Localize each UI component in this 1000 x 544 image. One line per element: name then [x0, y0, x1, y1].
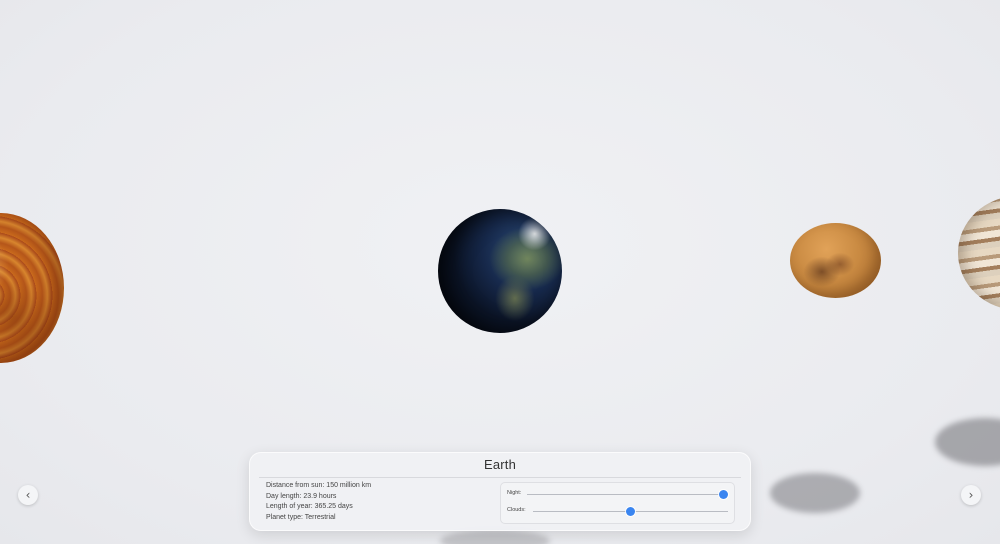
night-slider-thumb[interactable]: [719, 490, 728, 499]
venus-planet[interactable]: [0, 213, 64, 363]
clouds-slider-track[interactable]: [533, 507, 728, 516]
clouds-slider[interactable]: Clouds:: [507, 505, 728, 517]
planet-info-panel: Earth Distance from sun: 150 million km …: [249, 452, 751, 531]
earth-planet[interactable]: [438, 209, 562, 333]
mars-planet[interactable]: [790, 223, 881, 298]
solar-system-viewer: ‹ › Earth Distance from sun: 150 million…: [0, 0, 1000, 544]
fact-day-length: Day length: 23.9 hours: [266, 492, 337, 500]
night-slider[interactable]: Night:: [507, 488, 728, 500]
planet-facts: Distance from sun: 150 million km Day le…: [266, 481, 371, 524]
planet-shadow: [440, 530, 550, 544]
night-slider-track[interactable]: [527, 490, 728, 499]
chevron-right-icon: ›: [968, 488, 974, 502]
planet-title: Earth: [483, 457, 517, 472]
planet-shadow: [770, 473, 860, 513]
fact-year-length: Length of year: 365.25 days: [266, 503, 353, 511]
next-planet-button[interactable]: ›: [961, 485, 981, 505]
divider: [259, 477, 741, 478]
fact-planet-type: Planet type: Terrestrial: [266, 514, 336, 522]
clouds-slider-thumb[interactable]: [626, 507, 635, 516]
planet-shadow: [935, 418, 1000, 466]
clouds-slider-label: Clouds:: [507, 507, 526, 513]
fact-distance: Distance from sun: 150 million km: [266, 482, 372, 489]
chevron-left-icon: ‹: [25, 488, 31, 502]
display-controls: Night: Clouds:: [500, 482, 735, 524]
previous-planet-button[interactable]: ‹: [18, 485, 38, 505]
jupiter-planet[interactable]: [958, 196, 1000, 310]
night-slider-label: Night:: [507, 490, 522, 496]
